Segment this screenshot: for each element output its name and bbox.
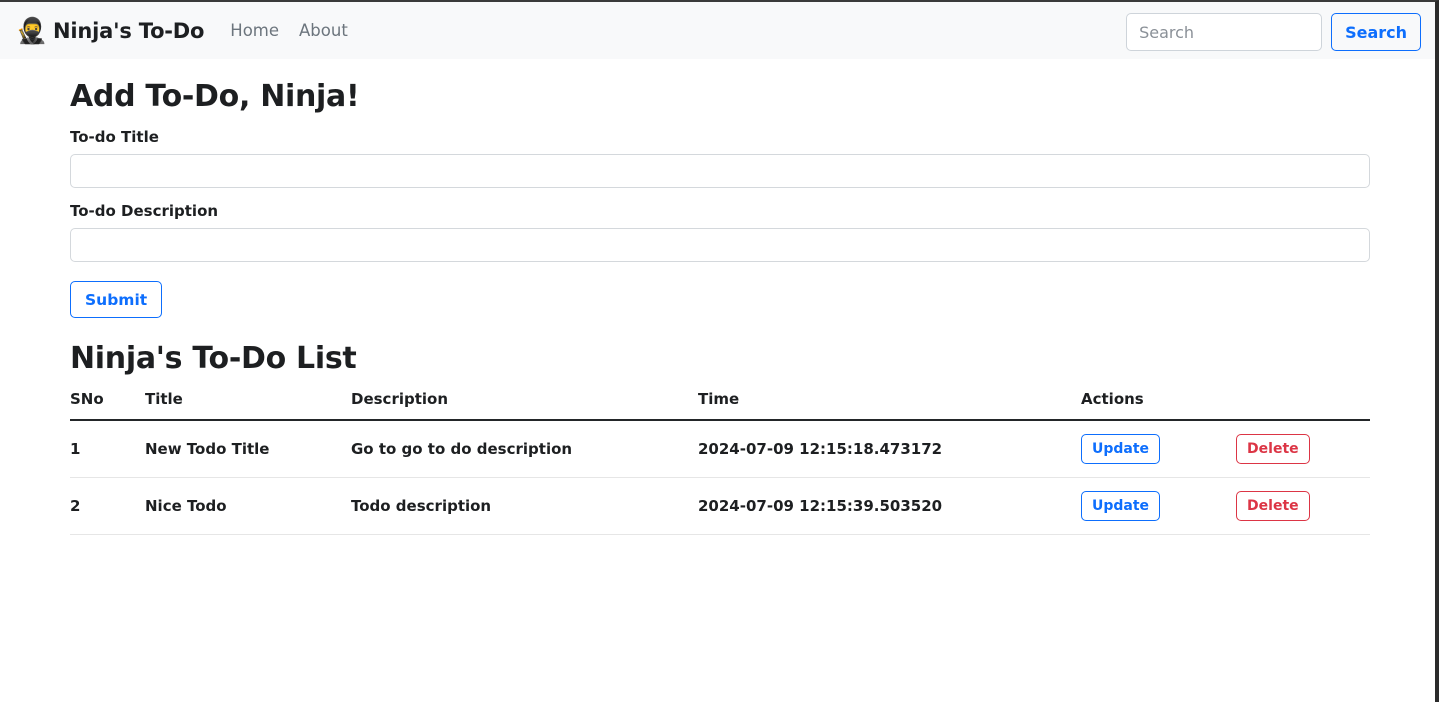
todo-description-input[interactable] bbox=[70, 228, 1370, 262]
search-input[interactable] bbox=[1126, 13, 1322, 51]
navbar: 🥷 Ninja's To-Do Home About Search bbox=[0, 2, 1435, 59]
delete-button[interactable]: Delete bbox=[1236, 434, 1310, 464]
update-button[interactable]: Update bbox=[1081, 491, 1160, 521]
table-head: SNo Title Description Time Actions bbox=[70, 390, 1370, 420]
table-row: 2 Nice Todo Todo description 2024-07-09 … bbox=[70, 478, 1370, 535]
column-header-actions: Actions bbox=[1081, 390, 1370, 420]
ninja-emoji-icon: 🥷 bbox=[16, 18, 46, 43]
cell-actions: Update Delete bbox=[1081, 420, 1370, 478]
todo-title-input[interactable] bbox=[70, 154, 1370, 188]
navbar-brand-label: Ninja's To-Do bbox=[53, 19, 204, 43]
cell-actions: Update Delete bbox=[1081, 478, 1370, 535]
navbar-brand[interactable]: 🥷 Ninja's To-Do bbox=[16, 18, 204, 43]
submit-button[interactable]: Submit bbox=[70, 281, 162, 318]
column-header-title: Title bbox=[145, 390, 351, 420]
cell-sno: 2 bbox=[70, 478, 145, 535]
column-header-time: Time bbox=[698, 390, 1081, 420]
cell-description: Todo description bbox=[351, 478, 698, 535]
nav-item-home[interactable]: Home bbox=[230, 21, 279, 40]
table-body: 1 New Todo Title Go to go to do descript… bbox=[70, 420, 1370, 535]
action-group: Update Delete bbox=[1081, 491, 1370, 521]
list-title: Ninja's To-Do List bbox=[70, 341, 1419, 376]
cell-title: New Todo Title bbox=[145, 420, 351, 478]
navbar-links: Home About bbox=[230, 21, 348, 40]
column-header-description: Description bbox=[351, 390, 698, 420]
todo-table: SNo Title Description Time Actions 1 New… bbox=[70, 390, 1370, 535]
search-button[interactable]: Search bbox=[1331, 13, 1421, 51]
update-button[interactable]: Update bbox=[1081, 434, 1160, 464]
delete-button[interactable]: Delete bbox=[1236, 491, 1310, 521]
cell-description: Go to go to do description bbox=[351, 420, 698, 478]
nav-item-about[interactable]: About bbox=[299, 21, 348, 40]
cell-time: 2024-07-09 12:15:18.473172 bbox=[698, 420, 1081, 478]
main-content: Add To-Do, Ninja! To-do Title To-do Desc… bbox=[0, 79, 1435, 535]
browser-viewport: 🥷 Ninja's To-Do Home About Search Add To… bbox=[0, 0, 1439, 702]
cell-time: 2024-07-09 12:15:39.503520 bbox=[698, 478, 1081, 535]
navbar-search-form: Search bbox=[1126, 13, 1421, 51]
cell-title: Nice Todo bbox=[145, 478, 351, 535]
todo-description-label: To-do Description bbox=[70, 202, 1419, 220]
action-group: Update Delete bbox=[1081, 434, 1370, 464]
todo-title-label: To-do Title bbox=[70, 128, 1419, 146]
cell-sno: 1 bbox=[70, 420, 145, 478]
column-header-sno: SNo bbox=[70, 390, 145, 420]
table-row: 1 New Todo Title Go to go to do descript… bbox=[70, 420, 1370, 478]
table-header-row: SNo Title Description Time Actions bbox=[70, 390, 1370, 420]
page-title: Add To-Do, Ninja! bbox=[70, 79, 1419, 114]
